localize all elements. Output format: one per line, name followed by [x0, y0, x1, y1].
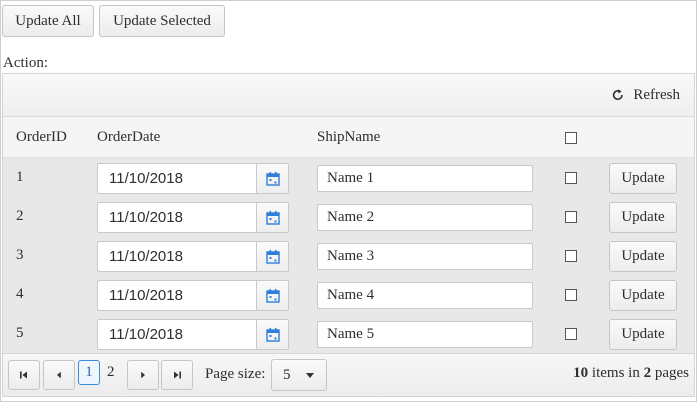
grid-header: OrderID OrderDate ShipName — [3, 117, 694, 158]
page-size-label: Page size: — [205, 366, 266, 382]
order-date-value[interactable]: 11/10/2018 — [109, 248, 183, 265]
update-all-button[interactable]: Update All — [2, 5, 94, 37]
page-size-value: 5 — [283, 367, 291, 383]
page-size-dropdown[interactable]: 5 — [271, 359, 327, 391]
table-row: 2 11/10/2018 Update — [3, 197, 694, 236]
calendar-button[interactable] — [256, 164, 288, 193]
row-select-checkbox[interactable] — [565, 328, 577, 340]
refresh-label: Refresh — [633, 86, 680, 103]
next-page-icon — [141, 371, 145, 379]
last-page-button[interactable] — [161, 360, 193, 390]
order-date-value[interactable]: 11/10/2018 — [109, 209, 183, 226]
calendar-icon — [265, 210, 280, 225]
refresh-icon — [613, 89, 624, 101]
order-date-value[interactable]: 11/10/2018 — [109, 170, 183, 187]
refresh-button[interactable]: Refresh — [611, 84, 680, 106]
page-1-button[interactable]: 1 — [78, 360, 100, 385]
grid-toolbar: Refresh — [3, 74, 694, 117]
ship-name-input[interactable] — [317, 282, 533, 309]
column-header-orderid[interactable]: OrderID — [16, 129, 67, 146]
pager-info: 10 items in 2 pages — [573, 365, 689, 382]
items-text: items in — [588, 365, 644, 381]
calendar-icon — [265, 171, 280, 186]
ship-name-input[interactable] — [317, 321, 533, 348]
first-page-icon — [20, 371, 27, 379]
order-id-cell: 4 — [16, 286, 24, 302]
first-page-button[interactable] — [8, 360, 40, 390]
row-update-button[interactable]: Update — [609, 280, 677, 311]
row-select-checkbox[interactable] — [565, 289, 577, 301]
order-date-value[interactable]: 11/10/2018 — [109, 326, 183, 343]
order-id-cell: 2 — [16, 208, 24, 224]
row-update-button[interactable]: Update — [609, 241, 677, 272]
calendar-icon — [265, 249, 280, 264]
order-date-picker[interactable]: 11/10/2018 — [97, 241, 289, 272]
action-label: Action: — [3, 55, 48, 71]
next-page-button[interactable] — [127, 360, 159, 390]
row-select-checkbox[interactable] — [565, 250, 577, 262]
order-date-picker[interactable]: 11/10/2018 — [97, 202, 289, 233]
calendar-icon — [265, 288, 280, 303]
update-selected-button[interactable]: Update Selected — [99, 5, 225, 37]
select-all-checkbox[interactable] — [565, 132, 577, 144]
row-update-button[interactable]: Update — [609, 202, 677, 233]
ship-name-input[interactable] — [317, 204, 533, 231]
table-row: 5 11/10/2018 Update — [3, 314, 694, 353]
calendar-button[interactable] — [256, 203, 288, 232]
orders-grid: Refresh OrderID OrderDate ShipName 1 11/… — [2, 73, 695, 397]
row-select-checkbox[interactable] — [565, 172, 577, 184]
ship-name-input[interactable] — [317, 165, 533, 192]
order-id-cell: 1 — [16, 169, 24, 185]
last-page-icon — [174, 371, 181, 379]
ship-name-input[interactable] — [317, 243, 533, 270]
table-row: 1 11/10/2018 Update — [3, 158, 694, 197]
order-id-cell: 5 — [16, 325, 24, 341]
total-items: 10 — [573, 365, 589, 381]
calendar-button[interactable] — [256, 281, 288, 310]
chevron-down-icon — [306, 373, 314, 378]
previous-page-button[interactable] — [43, 360, 75, 390]
order-date-picker[interactable]: 11/10/2018 — [97, 163, 289, 194]
order-date-picker[interactable]: 11/10/2018 — [97, 280, 289, 311]
row-select-checkbox[interactable] — [565, 211, 577, 223]
order-id-cell: 3 — [16, 247, 24, 263]
calendar-icon — [265, 327, 280, 342]
page-2-button[interactable]: 2 — [107, 364, 115, 381]
calendar-button[interactable] — [256, 242, 288, 271]
table-row: 4 11/10/2018 Update — [3, 275, 694, 314]
table-row: 3 11/10/2018 Update — [3, 236, 694, 275]
pages-text: pages — [651, 365, 689, 381]
column-header-orderdate[interactable]: OrderDate — [97, 129, 160, 146]
column-header-shipname[interactable]: ShipName — [317, 129, 380, 146]
order-date-value[interactable]: 11/10/2018 — [109, 287, 183, 304]
grid-pager: 1 2 Page size: 5 10 items in 2 pages — [3, 353, 694, 396]
total-pages: 2 — [643, 365, 652, 381]
previous-page-icon — [57, 371, 61, 379]
row-update-button[interactable]: Update — [609, 319, 677, 350]
row-update-button[interactable]: Update — [609, 163, 677, 194]
calendar-button[interactable] — [256, 320, 288, 349]
order-date-picker[interactable]: 11/10/2018 — [97, 319, 289, 350]
